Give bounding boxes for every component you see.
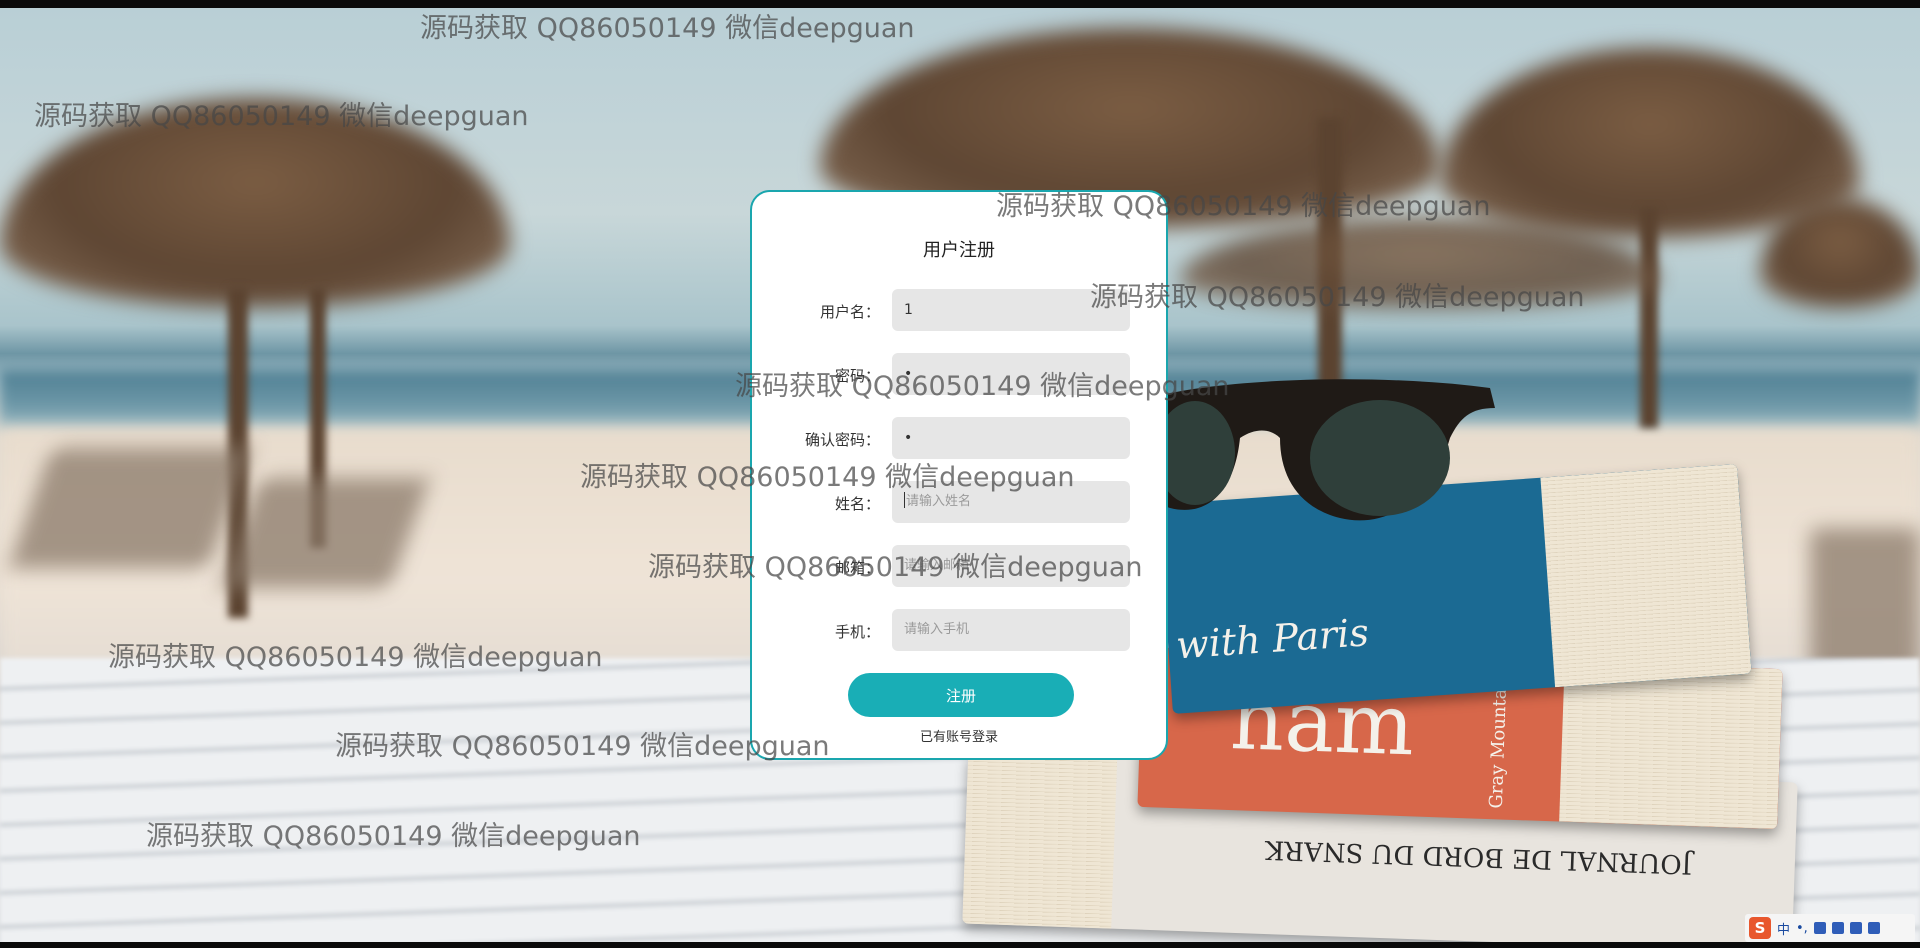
shirt-icon[interactable]	[1849, 922, 1862, 934]
username-row: 用户名： 1	[752, 289, 1170, 333]
username-label: 用户名：	[819, 303, 880, 321]
book-title: JOURNAL DE BORD DU SNARK	[1264, 833, 1693, 879]
book-title: with Paris	[1174, 610, 1371, 668]
register-card: 用户注册 用户名： 1 密码： • 确认密码： • 姓名： 请输入姓名 邮箱： …	[750, 190, 1168, 760]
register-button[interactable]: 注册	[848, 673, 1074, 717]
phone-label: 手机：	[834, 623, 880, 641]
login-link[interactable]: 已有账号登录	[752, 726, 1166, 745]
bottom-strip	[0, 942, 1920, 948]
confirm-password-label: 确认密码：	[804, 431, 880, 449]
sogou-logo-icon[interactable]: S	[1749, 917, 1771, 939]
ime-punct[interactable]: •,	[1796, 921, 1808, 936]
umbrella-left	[0, 98, 510, 308]
confirm-password-input[interactable]: •	[892, 417, 1130, 459]
password-label: 密码：	[834, 367, 880, 385]
password-row: 密码： •	[752, 353, 1170, 397]
ime-toolbar[interactable]: S 中 •,	[1745, 914, 1915, 942]
name-input[interactable]: 请输入姓名	[892, 481, 1130, 523]
grid-icon[interactable]	[1867, 922, 1880, 934]
sunglasses	[1139, 379, 1495, 521]
lounge-chair	[1810, 528, 1920, 678]
top-strip	[0, 0, 1920, 8]
keyboard-icon[interactable]	[1831, 922, 1844, 934]
name-placeholder: 请输入姓名	[906, 494, 972, 509]
ime-mode[interactable]: 中	[1777, 919, 1790, 938]
email-label: 邮箱：	[834, 559, 880, 577]
mic-icon[interactable]	[1813, 922, 1826, 934]
email-input[interactable]: 请输入邮箱	[892, 545, 1130, 587]
email-row: 邮箱： 请输入邮箱	[752, 545, 1170, 589]
page-title: 用户注册	[923, 240, 995, 261]
text-caret	[904, 492, 905, 508]
confirm-password-row: 确认密码： •	[752, 417, 1170, 461]
umbrella-pole	[1640, 208, 1658, 428]
phone-input[interactable]: 请输入手机	[892, 609, 1130, 651]
name-label: 姓名：	[834, 495, 880, 513]
name-row: 姓名： 请输入姓名	[752, 481, 1170, 525]
password-input[interactable]: •	[892, 353, 1130, 395]
phone-row: 手机： 请输入手机	[752, 609, 1170, 653]
username-input[interactable]: 1	[892, 289, 1130, 331]
